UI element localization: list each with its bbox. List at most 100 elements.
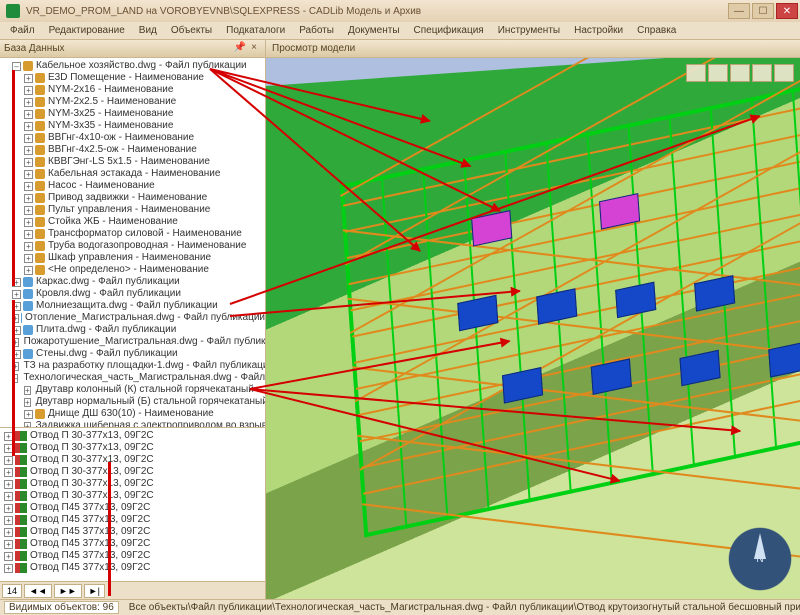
expand-icon[interactable]: + — [24, 242, 33, 251]
expand-icon[interactable]: + — [4, 504, 13, 513]
list-item[interactable]: +Отвод П 30-377x13, 09Г2С — [2, 478, 265, 490]
list-item[interactable]: +Отвод П 30-377x13, 09Г2С — [2, 490, 265, 502]
tree-item[interactable]: +<Не определено> - Наименование — [2, 264, 265, 276]
expand-icon[interactable]: + — [24, 230, 33, 239]
expand-icon[interactable]: + — [4, 540, 13, 549]
tree-item[interactable]: +NYM-3x25 - Наименование — [2, 108, 265, 120]
pin-icon[interactable]: 📌 — [233, 42, 247, 56]
panel-close-icon[interactable]: × — [247, 42, 261, 56]
expand-icon[interactable]: + — [24, 398, 31, 407]
tree-item[interactable]: +Плита.dwg - Файл публикации — [2, 324, 265, 336]
tree-item[interactable]: +КВВГЭнг-LS 5x1.5 - Наименование — [2, 156, 265, 168]
view-tool-4[interactable] — [752, 64, 772, 82]
list-item[interactable]: +Отвод П 30-377x13, 09Г2С — [2, 442, 265, 454]
expand-icon[interactable]: + — [4, 516, 13, 525]
expand-icon[interactable]: + — [4, 552, 13, 561]
list-item[interactable]: +Отвод П 30-377x13, 09Г2С — [2, 466, 265, 478]
expand-icon[interactable]: + — [24, 218, 33, 227]
list-item[interactable]: +Отвод П45 377x13, 09Г2С — [2, 550, 265, 562]
tree-item[interactable]: +Кровля.dwg - Файл публикации — [2, 288, 265, 300]
tree-item[interactable]: +Стойка ЖБ - Наименование — [2, 216, 265, 228]
selection-tree[interactable]: +Отвод П 30-377x13, 09Г2С+Отвод П 30-377… — [0, 427, 265, 581]
view-tool-1[interactable] — [686, 64, 706, 82]
tree-item[interactable]: +Шкаф управления - Наименование — [2, 252, 265, 264]
tree-item[interactable]: +ВВГнг-4x10-ож - Наименование — [2, 132, 265, 144]
database-tree[interactable]: –Кабельное хозяйство.dwg - Файл публикац… — [0, 58, 265, 427]
expand-icon[interactable]: + — [24, 170, 33, 179]
expand-icon[interactable]: + — [4, 492, 13, 501]
expand-icon[interactable]: + — [24, 254, 33, 263]
tab-next[interactable]: ►► — [54, 584, 82, 598]
compass-icon[interactable]: N — [728, 527, 792, 591]
view-tool-3[interactable] — [730, 64, 750, 82]
maximize-button[interactable]: ☐ — [752, 3, 774, 19]
menu-works[interactable]: Работы — [293, 23, 340, 38]
expand-icon[interactable]: + — [12, 290, 21, 299]
minimize-button[interactable]: — — [728, 3, 750, 19]
tree-item[interactable]: +Пожаротушение_Магистральная.dwg - Файл … — [2, 336, 265, 348]
list-item[interactable]: +Отвод П 30-377x13, 09Г2С — [2, 454, 265, 466]
tree-item[interactable]: +NYM-3x35 - Наименование — [2, 120, 265, 132]
list-item[interactable]: +Отвод П45 377x13, 09Г2С — [2, 538, 265, 550]
menu-edit[interactable]: Редактирование — [43, 23, 131, 38]
expand-icon[interactable]: + — [24, 74, 33, 83]
expand-icon[interactable]: + — [24, 122, 33, 131]
tree-item[interactable]: +Двутавр нормальный (Б) стальной горячек… — [2, 396, 265, 408]
tree-item[interactable]: +Труба водогазопроводная - Наименование — [2, 240, 265, 252]
tree-item[interactable]: –Технологическая_часть_Магистральная.dwg… — [2, 372, 265, 384]
expand-icon[interactable]: + — [4, 564, 13, 573]
close-button[interactable]: ✕ — [776, 3, 798, 19]
expand-icon[interactable]: + — [24, 134, 33, 143]
menu-subcatalogs[interactable]: Подкаталоги — [220, 23, 291, 38]
view-tool-2[interactable] — [708, 64, 728, 82]
tree-item[interactable]: +Молниезащита.dwg - Файл публикации — [2, 300, 265, 312]
tree-item[interactable]: +Задвижка шиберная с электроприводом во … — [2, 420, 265, 427]
tree-item[interactable]: +Привод задвижки - Наименование — [2, 192, 265, 204]
menu-settings[interactable]: Настройки — [568, 23, 629, 38]
menu-tools[interactable]: Инструменты — [492, 23, 566, 38]
tree-item[interactable]: +Насос - Наименование — [2, 180, 265, 192]
menu-spec[interactable]: Спецификация — [408, 23, 490, 38]
tree-item[interactable]: +Пульт управления - Наименование — [2, 204, 265, 216]
tab-first[interactable]: 14 — [2, 584, 22, 598]
expand-icon[interactable]: + — [24, 410, 33, 419]
viewport-3d[interactable]: N — [266, 58, 800, 599]
tree-item[interactable]: +NYM-2x16 - Наименование — [2, 84, 265, 96]
tree-item[interactable]: +Днище ДШ 630(10) - Наименование — [2, 408, 265, 420]
tree-item[interactable]: +ТЗ на разработку площадки-1.dwg - Файл … — [2, 360, 265, 372]
tree-item[interactable]: +Двутавр колонный (К) стальной горячекат… — [2, 384, 265, 396]
expand-icon[interactable]: + — [24, 110, 33, 119]
tab-prev[interactable]: ◄◄ — [24, 584, 52, 598]
tree-item[interactable]: +NYM-2x2.5 - Наименование — [2, 96, 265, 108]
expand-icon[interactable]: + — [24, 266, 33, 275]
expand-icon[interactable]: + — [4, 480, 13, 489]
menu-documents[interactable]: Документы — [342, 23, 406, 38]
list-item[interactable]: +Отвод П45 377x13, 09Г2С — [2, 514, 265, 526]
tab-last[interactable]: ►| — [84, 584, 105, 598]
list-item[interactable]: +Отвод П45 377x13, 09Г2С — [2, 502, 265, 514]
tree-item[interactable]: +Отопление_Магистральная.dwg - Файл публ… — [2, 312, 265, 324]
expand-icon[interactable]: + — [4, 528, 13, 537]
tree-item[interactable]: +ВВГнг-4x2.5-ож - Наименование — [2, 144, 265, 156]
tree-item[interactable]: +Трансформатор силовой - Наименование — [2, 228, 265, 240]
tree-item[interactable]: –Кабельное хозяйство.dwg - Файл публикац… — [2, 60, 265, 72]
expand-icon[interactable]: + — [24, 86, 33, 95]
expand-icon[interactable]: + — [24, 386, 31, 395]
expand-icon[interactable]: + — [24, 206, 33, 215]
expand-icon[interactable]: + — [4, 468, 13, 477]
menu-help[interactable]: Справка — [631, 23, 682, 38]
expand-icon[interactable]: + — [24, 146, 33, 155]
expand-icon[interactable]: + — [24, 98, 33, 107]
tree-item[interactable]: +Кабельная эстакада - Наименование — [2, 168, 265, 180]
menu-view[interactable]: Вид — [133, 23, 163, 38]
expand-icon[interactable]: + — [24, 194, 33, 203]
tree-item[interactable]: +Каркас.dwg - Файл публикации — [2, 276, 265, 288]
expand-icon[interactable]: + — [4, 456, 13, 465]
menu-objects[interactable]: Объекты — [165, 23, 218, 38]
list-item[interactable]: +Отвод П45 377x13, 09Г2С — [2, 526, 265, 538]
expand-icon[interactable]: + — [24, 182, 33, 191]
view-tool-5[interactable] — [774, 64, 794, 82]
expand-icon[interactable]: + — [24, 158, 33, 167]
list-item[interactable]: +Отвод П45 377x13, 09Г2С — [2, 562, 265, 574]
list-item[interactable]: +Отвод П 30-377x13, 09Г2С — [2, 430, 265, 442]
